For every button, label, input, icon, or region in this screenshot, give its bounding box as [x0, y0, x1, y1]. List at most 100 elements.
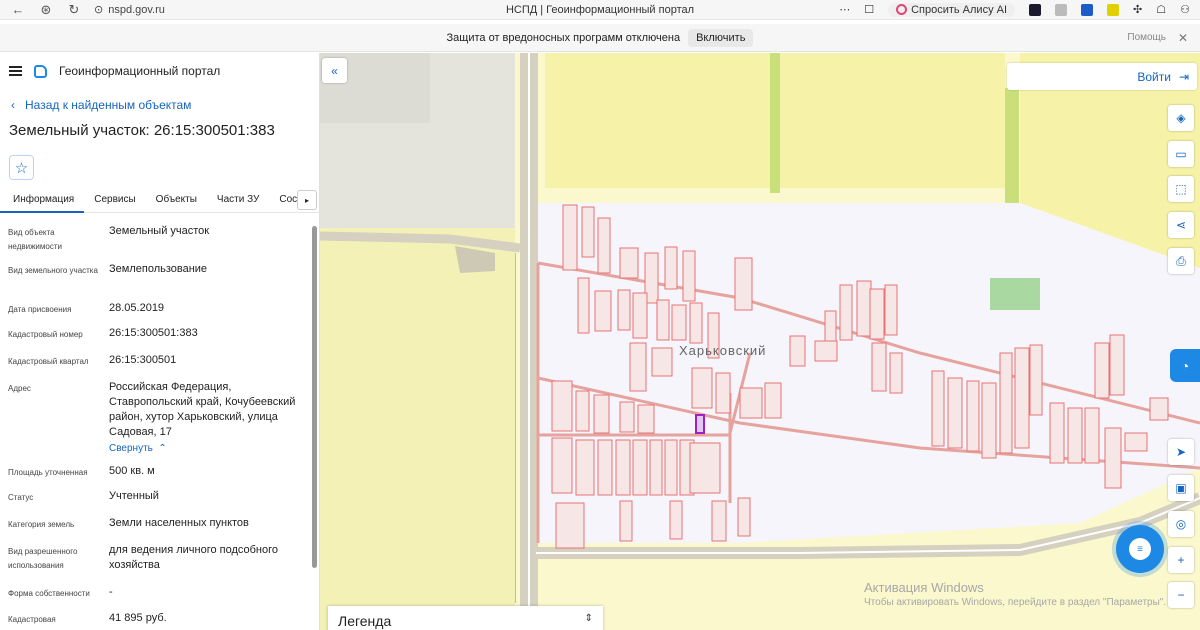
bookmark-icon[interactable]: ☐ [864, 3, 874, 16]
close-icon[interactable]: ✕ [1178, 31, 1188, 45]
ruler-button[interactable]: ▭ [1168, 141, 1194, 167]
tab-services[interactable]: Сервисы [84, 189, 145, 211]
print-icon: ⎙ [1176, 253, 1186, 268]
attribute-label: Статус [8, 493, 34, 502]
attribute-label: Форма собственности [8, 589, 90, 598]
address-value: Российская Федерация, Ставропольский кра… [109, 381, 296, 438]
downloads-icon[interactable]: ☖ [1156, 3, 1166, 16]
geolocation-icon: ◎ [1175, 517, 1187, 531]
ruler-icon: ▭ [1175, 147, 1187, 161]
panel-scrollbar[interactable] [312, 226, 317, 568]
extension-y-icon[interactable] [1081, 3, 1094, 16]
back-arrow-icon[interactable]: ← [8, 2, 28, 17]
attribute-value: для ведения личного подсобного хозяйства [109, 544, 279, 571]
select-area-button[interactable]: ⬚ [1168, 176, 1194, 202]
assistant-tab[interactable]: ◔ [1170, 349, 1200, 382]
attribute-label: Кадастровый квартал [8, 357, 89, 366]
star-icon: ☆ [14, 159, 29, 177]
profile-icon[interactable]: ⚇ [1180, 3, 1190, 16]
chevron-left-icon: ‹ [11, 98, 15, 112]
notice-bar: Защита от вредоносных программ отключена… [0, 24, 1200, 52]
url-text: nspd.gov.ru [108, 3, 165, 16]
extensions-icon[interactable]: ✣ [1133, 3, 1142, 16]
attribute-list: Вид объекта недвижимости Земельный участ… [0, 224, 310, 630]
alice-button[interactable]: Спросить Алису AI [888, 2, 1016, 17]
attribute-label: Вид разрешенного использования [8, 547, 78, 570]
help-link[interactable]: Помощь [1127, 32, 1166, 43]
lock-icon: ⊙ [94, 4, 104, 16]
chevron-up-icon: ⌃ [155, 443, 167, 454]
plus-icon: + [1177, 553, 1185, 567]
zoom-in-button[interactable]: + [1168, 547, 1194, 573]
legend-panel[interactable]: Легенда ⇕ [328, 606, 603, 630]
attribute-value: 28.05.2019 [109, 302, 165, 314]
chat-button[interactable]: ≡ [1116, 525, 1164, 573]
extension-arrow-icon[interactable] [1055, 3, 1068, 16]
attribute-value: 26:15:300501 [109, 354, 177, 366]
minus-icon: − [1177, 588, 1185, 602]
attribute-row: Вид объекта недвижимости Земельный участ… [0, 224, 310, 262]
attribute-value: 26:15:300501:383 [109, 327, 198, 339]
attribute-row: Кадастровый номер 26:15:300501:383 [0, 326, 310, 353]
windows-watermark-title: Активация Windows [864, 580, 984, 595]
extension-z-icon[interactable] [1107, 3, 1120, 16]
layers-icon: ◈ [1176, 111, 1186, 125]
windows-watermark-text: Чтобы активировать Windows, перейдите в … [864, 597, 1167, 608]
tab-info[interactable]: Информация [0, 189, 85, 213]
enable-button[interactable]: Включить [688, 28, 754, 47]
back-link-label: Назад к найденным объектам [25, 98, 192, 112]
address-bar[interactable]: ⊙ nspd.gov.ru [94, 3, 165, 17]
attribute-label: Площадь уточненная [8, 468, 88, 477]
alice-icon [896, 4, 908, 15]
expand-icon[interactable]: ⇕ [585, 613, 593, 624]
locate-button[interactable]: ➤ [1168, 439, 1194, 465]
attribute-value: 41 895 руб. [109, 612, 167, 624]
zoom-out-button[interactable]: − [1168, 582, 1194, 608]
layers-button[interactable]: ◈ [1168, 105, 1194, 131]
collapse-panel-button[interactable]: « [322, 58, 347, 83]
logo-icon [34, 64, 47, 78]
browser-toolbar: ← ⊛ ↻ ⊙ nspd.gov.ru НСПД | Геоинформацио… [0, 0, 1200, 20]
tab-objects[interactable]: Объекты [146, 189, 207, 211]
collapse-link[interactable]: Свернуть ⌃ [109, 441, 310, 456]
chat-icon: ≡ [1129, 538, 1151, 560]
info-panel: Геоинформационный портал ‹ Назад к найде… [0, 53, 320, 630]
back-link[interactable]: ‹ Назад к найденным объектам [0, 98, 319, 112]
attribute-label: Категория земель [8, 520, 75, 529]
geolocation-button[interactable]: ◎ [1168, 511, 1194, 537]
favorite-button[interactable]: ☆ [9, 155, 34, 180]
print-button[interactable]: ⎙ [1168, 248, 1194, 274]
attribute-label: Адрес [8, 384, 31, 393]
share-icon: ⋖ [1175, 218, 1187, 232]
map-canvas[interactable] [320, 53, 1200, 630]
attribute-row: Форма собственности - [0, 585, 310, 611]
attribute-row: Вид разрешенного использования для веден… [0, 543, 310, 585]
page-title: Земельный участок: 26:15:300501:383 [9, 122, 275, 139]
app-title: Геоинформационный портал [59, 64, 221, 78]
basemap-button[interactable]: ▣ [1168, 475, 1194, 501]
map-view[interactable]: « Войти ⇥ ◈ ▭ ⬚ ⋖ ⎙ ◔ ➤ ▣ ◎ + − ≡ Харько… [320, 53, 1200, 630]
attribute-row: Кадастровый квартал 26:15:300501 [0, 353, 310, 380]
double-chevron-left-icon: « [331, 63, 338, 78]
attribute-row: Дата присвоения 28.05.2019 [0, 301, 310, 326]
panel-header: Геоинформационный портал [0, 53, 319, 89]
attribute-row: Площадь уточненная 500 кв. м [0, 464, 310, 489]
attribute-value: - [109, 586, 113, 598]
attribute-value: 500 кв. м [109, 465, 155, 477]
share-button[interactable]: ⋖ [1168, 212, 1194, 238]
reload-icon[interactable]: ↻ [64, 2, 84, 18]
attribute-label: Вид объекта недвижимости [8, 228, 62, 251]
tabs-next-button[interactable]: ▸ [297, 190, 317, 210]
navigation-arrow-icon: ➤ [1175, 445, 1187, 459]
tab-parts[interactable]: Части ЗУ [207, 189, 269, 211]
extension-k-icon[interactable] [1029, 3, 1042, 16]
attribute-value: Учтенный [109, 490, 159, 502]
selected-parcel[interactable] [695, 414, 705, 434]
locality-label: Харьковский [679, 343, 767, 358]
shield-icon[interactable]: ⊛ [36, 2, 56, 18]
notice-text: Защита от вредоносных программ отключена [446, 31, 681, 44]
collapse-label: Свернуть [109, 443, 153, 454]
more-icon[interactable]: ⋯ [839, 3, 850, 16]
login-button[interactable]: Войти ⇥ [1007, 63, 1197, 90]
menu-icon[interactable] [9, 66, 22, 76]
